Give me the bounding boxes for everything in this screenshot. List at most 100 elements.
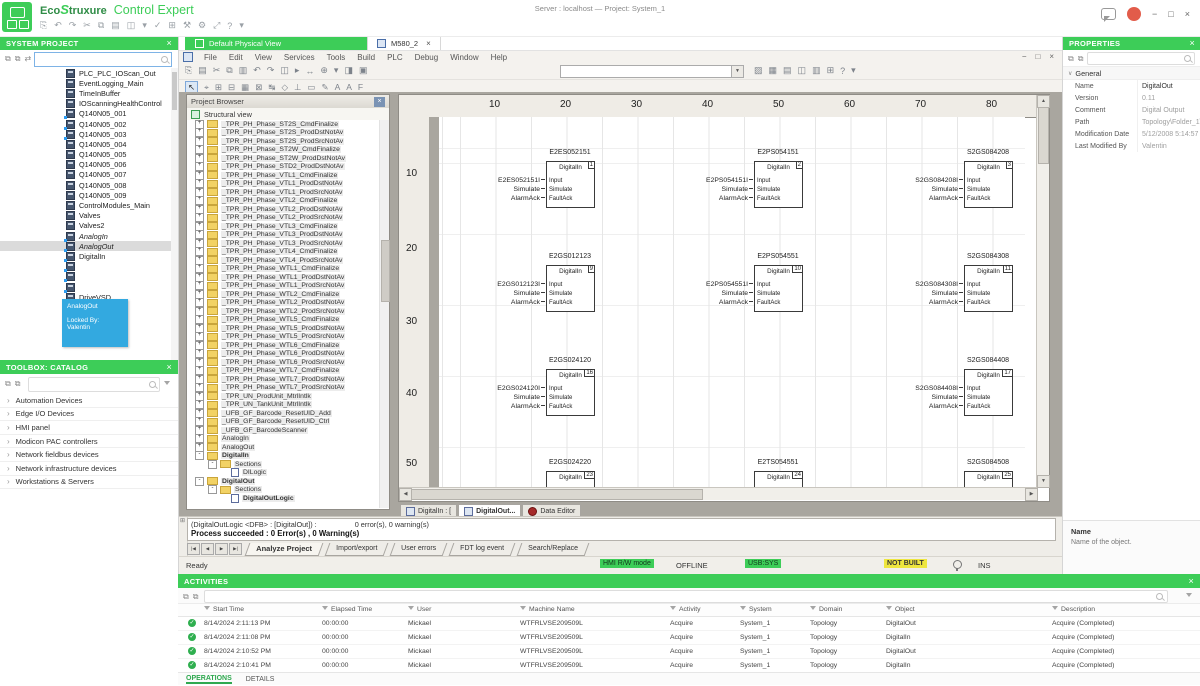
toolbar-icon[interactable]: ▦ bbox=[769, 65, 778, 76]
toolbar-icon[interactable]: ◫ bbox=[280, 65, 289, 76]
browser-tree-item[interactable]: +_TPR_PH_Phase_WTL1_ProdSrcNotAv bbox=[187, 282, 380, 291]
browser-tree-item[interactable]: +_TPR_PH_Phase_VTL4_CmdFinalize bbox=[187, 248, 380, 257]
tree-item[interactable]: Q140N05_008 bbox=[0, 180, 178, 190]
browser-tree-item[interactable]: +AnalogIn bbox=[187, 435, 380, 444]
property-row[interactable]: Modification Date5/12/2008 5:14:57 PM bbox=[1063, 128, 1200, 140]
titlebar-icon[interactable]: ⚒ bbox=[183, 20, 191, 31]
table-row[interactable]: ✓8/14/2024 2:11:13 PM00:00:00MickaelWTFR… bbox=[178, 617, 1200, 631]
browser-tree-item[interactable]: +_TPR_PH_Phase_ST2S_CmdFinalize bbox=[187, 120, 380, 129]
panel-icon[interactable]: ⧉ bbox=[1078, 54, 1084, 64]
browser-tree-item[interactable]: +_UFB_GF_Barcode_ResetUID_Add bbox=[187, 409, 380, 418]
document-tab[interactable]: Data Editor bbox=[522, 504, 581, 516]
titlebar-icon[interactable]: ◫ bbox=[127, 20, 136, 31]
toolbar-combobox[interactable]: ▼ bbox=[560, 65, 744, 78]
tree-item[interactable]: AnalogIn bbox=[0, 231, 178, 241]
feedback-icon[interactable] bbox=[1101, 8, 1116, 20]
table-row[interactable]: ✓8/14/2024 2:10:41 PM00:00:00MickaelWTFR… bbox=[178, 659, 1200, 673]
tree-item[interactable]: TimeInBuffer bbox=[0, 88, 178, 98]
scrollbar-thumb[interactable] bbox=[411, 489, 703, 500]
toolbar-icon[interactable]: ▦ bbox=[241, 82, 249, 93]
toolbar-icon[interactable]: A bbox=[346, 82, 352, 92]
browser-tree-item[interactable]: +_TPR_PH_Phase_STD2_ProdDstNotAv bbox=[187, 163, 380, 172]
toolbar-icon[interactable]: ▥ bbox=[239, 65, 248, 76]
property-row[interactable]: Version0.11 bbox=[1063, 92, 1200, 104]
tree-item[interactable]: ControlModules_Main bbox=[0, 200, 178, 210]
menu-item[interactable]: PLC bbox=[381, 53, 409, 62]
minimize-button[interactable]: − bbox=[1152, 9, 1157, 19]
panel-icon[interactable]: ⧉ bbox=[15, 54, 21, 64]
section-general[interactable]: ∨ General bbox=[1063, 66, 1200, 80]
tree-item[interactable]: Q140N05_002 bbox=[0, 119, 178, 129]
toolbox-item[interactable]: ›Network fieldbus devices bbox=[0, 448, 178, 462]
titlebar-icon[interactable]: ↶ bbox=[54, 20, 62, 31]
column-header[interactable]: Machine Name bbox=[520, 606, 575, 613]
toolbar-icon[interactable]: ⊥ bbox=[294, 82, 301, 93]
browser-tree-item[interactable]: +_TPR_PH_Phase_WTL1_ProdDstNotAv bbox=[187, 273, 380, 282]
titlebar-icon[interactable]: ⤢ bbox=[213, 20, 220, 31]
close-icon[interactable]: × bbox=[426, 39, 431, 48]
browser-tree-item[interactable]: -DigitalOut bbox=[187, 477, 380, 486]
toolbar-icon[interactable]: ↷ bbox=[267, 65, 275, 76]
toolbar-icon[interactable]: ⧉ bbox=[226, 65, 232, 76]
close-icon[interactable]: × bbox=[1188, 576, 1194, 586]
toolbox-item[interactable]: ›Automation Devices bbox=[0, 394, 178, 408]
avatar[interactable] bbox=[1127, 7, 1141, 21]
browser-tree-item[interactable]: +_TPR_UN_TankUnit_MtrlIntlk bbox=[187, 401, 380, 410]
tree-item[interactable] bbox=[0, 262, 178, 272]
panel-icon[interactable]: ⧉ bbox=[183, 592, 189, 602]
browser-tree-item[interactable]: +_TPR_PH_Phase_WTL5_CmdFinalize bbox=[187, 316, 380, 325]
tree-item[interactable]: Valves2 bbox=[0, 221, 178, 231]
close-icon[interactable]: × bbox=[374, 97, 385, 107]
titlebar-icon[interactable]: ⧉ bbox=[98, 20, 104, 31]
titlebar-icon[interactable]: ↷ bbox=[69, 20, 77, 31]
browser-tree-item[interactable]: +_TPR_PH_Phase_WTL2_CmdFinalize bbox=[187, 290, 380, 299]
tree-item[interactable]: Q140N05_005 bbox=[0, 150, 178, 160]
tab-m580-2[interactable]: M580_2× bbox=[367, 36, 441, 50]
titlebar-icon[interactable]: ⎘ bbox=[40, 20, 47, 31]
browser-tree-item[interactable]: +_TPR_PH_Phase_ST2W_ProdDstNotAv bbox=[187, 154, 380, 163]
browser-tree-item[interactable]: +_TPR_PH_Phase_VTL3_ProdDstNotAv bbox=[187, 231, 380, 240]
expander-icon[interactable]: - bbox=[208, 485, 217, 494]
column-header[interactable]: Domain bbox=[810, 606, 842, 613]
tree-item[interactable]: EventLogging_Main bbox=[0, 78, 178, 88]
toolbar-icon[interactable]: ◨ bbox=[344, 65, 353, 76]
toolbar-icon[interactable]: ▥ bbox=[812, 65, 821, 76]
browser-tree-item[interactable]: DILogic bbox=[187, 469, 380, 478]
table-row[interactable]: ✓8/14/2024 2:10:52 PM00:00:00MickaelWTFR… bbox=[178, 645, 1200, 659]
tab-default-physical-view[interactable]: Default Physical View bbox=[185, 36, 367, 50]
panel-icon[interactable]: ⧉ bbox=[5, 54, 11, 64]
toolbar-icon[interactable]: A bbox=[335, 82, 341, 92]
browser-tree-item[interactable]: +_TPR_PH_Phase_WTL7_CmdFinalize bbox=[187, 367, 380, 376]
browser-tree-item[interactable]: +_UFB_GF_BarcodeScanner bbox=[187, 426, 380, 435]
browser-tree-item[interactable]: +_TPR_PH_Phase_VTL3_CmdFinalize bbox=[187, 222, 380, 231]
toolbar-icon[interactable]: ↶ bbox=[253, 65, 261, 76]
chevron-down-icon[interactable]: ▼ bbox=[731, 66, 743, 77]
table-row[interactable]: ✓8/14/2024 2:11:08 PM00:00:00MickaelWTFR… bbox=[178, 631, 1200, 645]
column-header[interactable]: User bbox=[408, 606, 431, 613]
tree-item[interactable]: Q140N05_009 bbox=[0, 190, 178, 200]
column-header[interactable]: Object bbox=[886, 606, 915, 613]
project-browser-titlebar[interactable]: Project Browser × bbox=[187, 95, 389, 108]
tree-item[interactable]: DigitalIn bbox=[0, 251, 178, 261]
restore-button[interactable]: □ bbox=[1168, 9, 1173, 19]
browser-tree-item[interactable]: +_TPR_PH_Phase_WTL6_ProdDstNotAv bbox=[187, 350, 380, 359]
toolbar-icon[interactable]: ▭ bbox=[307, 82, 315, 93]
mdi-minimize-button[interactable]: − bbox=[1022, 52, 1027, 61]
sp-toolbar-icons[interactable]: ⧉⧉⇄ bbox=[5, 54, 31, 64]
toolbox-item[interactable]: ›Modicon PAC controllers bbox=[0, 435, 178, 449]
menu-item[interactable]: Tools bbox=[321, 53, 352, 62]
toolbox-search-input[interactable] bbox=[28, 377, 160, 392]
titlebar-icon[interactable]: ? bbox=[227, 21, 232, 31]
mdi-restore-button[interactable]: □ bbox=[1035, 52, 1040, 61]
close-button[interactable]: × bbox=[1185, 9, 1190, 19]
expander-icon[interactable]: - bbox=[195, 477, 204, 486]
document-tab[interactable]: DigitalIn : [ bbox=[400, 504, 457, 516]
vertical-scrollbar[interactable]: ▲ ▼ bbox=[1036, 95, 1049, 487]
column-header[interactable]: Activity bbox=[670, 606, 701, 613]
browser-tree-item[interactable]: -Sections bbox=[187, 460, 380, 469]
column-header[interactable]: Description bbox=[1052, 606, 1095, 613]
toolbar-icon[interactable]: ▨ bbox=[754, 65, 763, 76]
toolbar-icon[interactable]: ⊞ bbox=[215, 82, 222, 93]
tree-item[interactable]: IOScanningHealthControl bbox=[0, 99, 178, 109]
browser-tree-item[interactable]: DigitalOutLogic bbox=[187, 494, 380, 503]
